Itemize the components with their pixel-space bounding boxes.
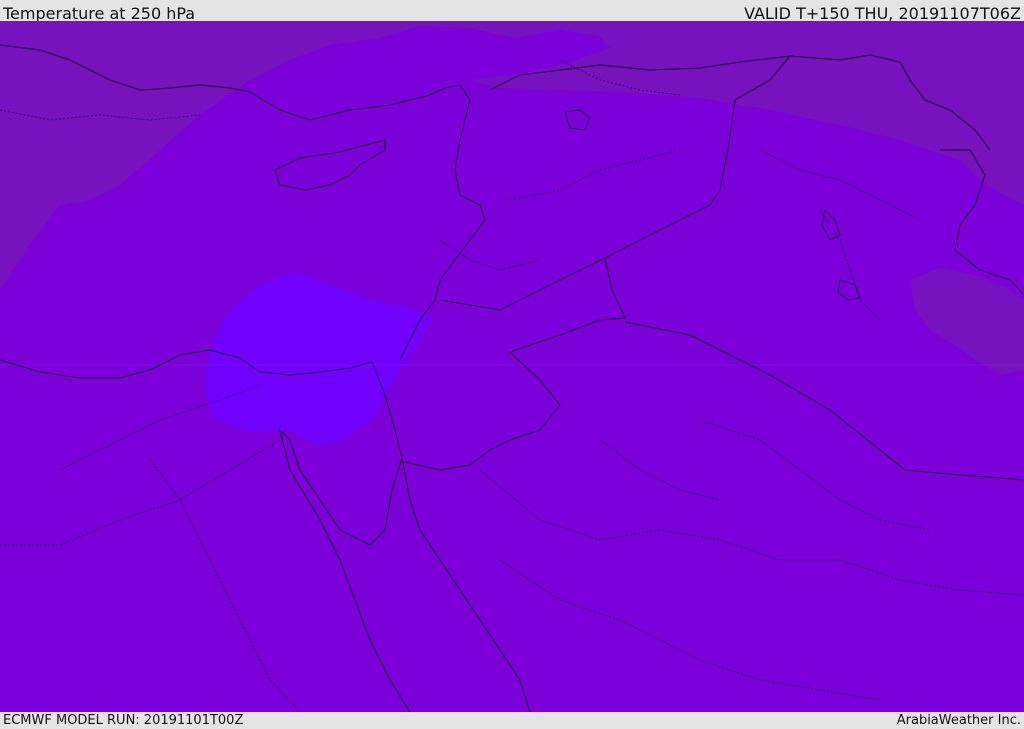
model-run-label: ECMWF MODEL RUN: 20191101T00Z <box>3 713 244 728</box>
temperature-map[interactable] <box>0 21 1024 712</box>
credit-label: ArabiaWeather Inc. <box>896 713 1021 728</box>
header-bar: Temperature at 250 hPa VALID T+150 THU, … <box>0 0 1024 23</box>
footer-bar: ECMWF MODEL RUN: 20191101T00Z ArabiaWeat… <box>0 712 1024 729</box>
